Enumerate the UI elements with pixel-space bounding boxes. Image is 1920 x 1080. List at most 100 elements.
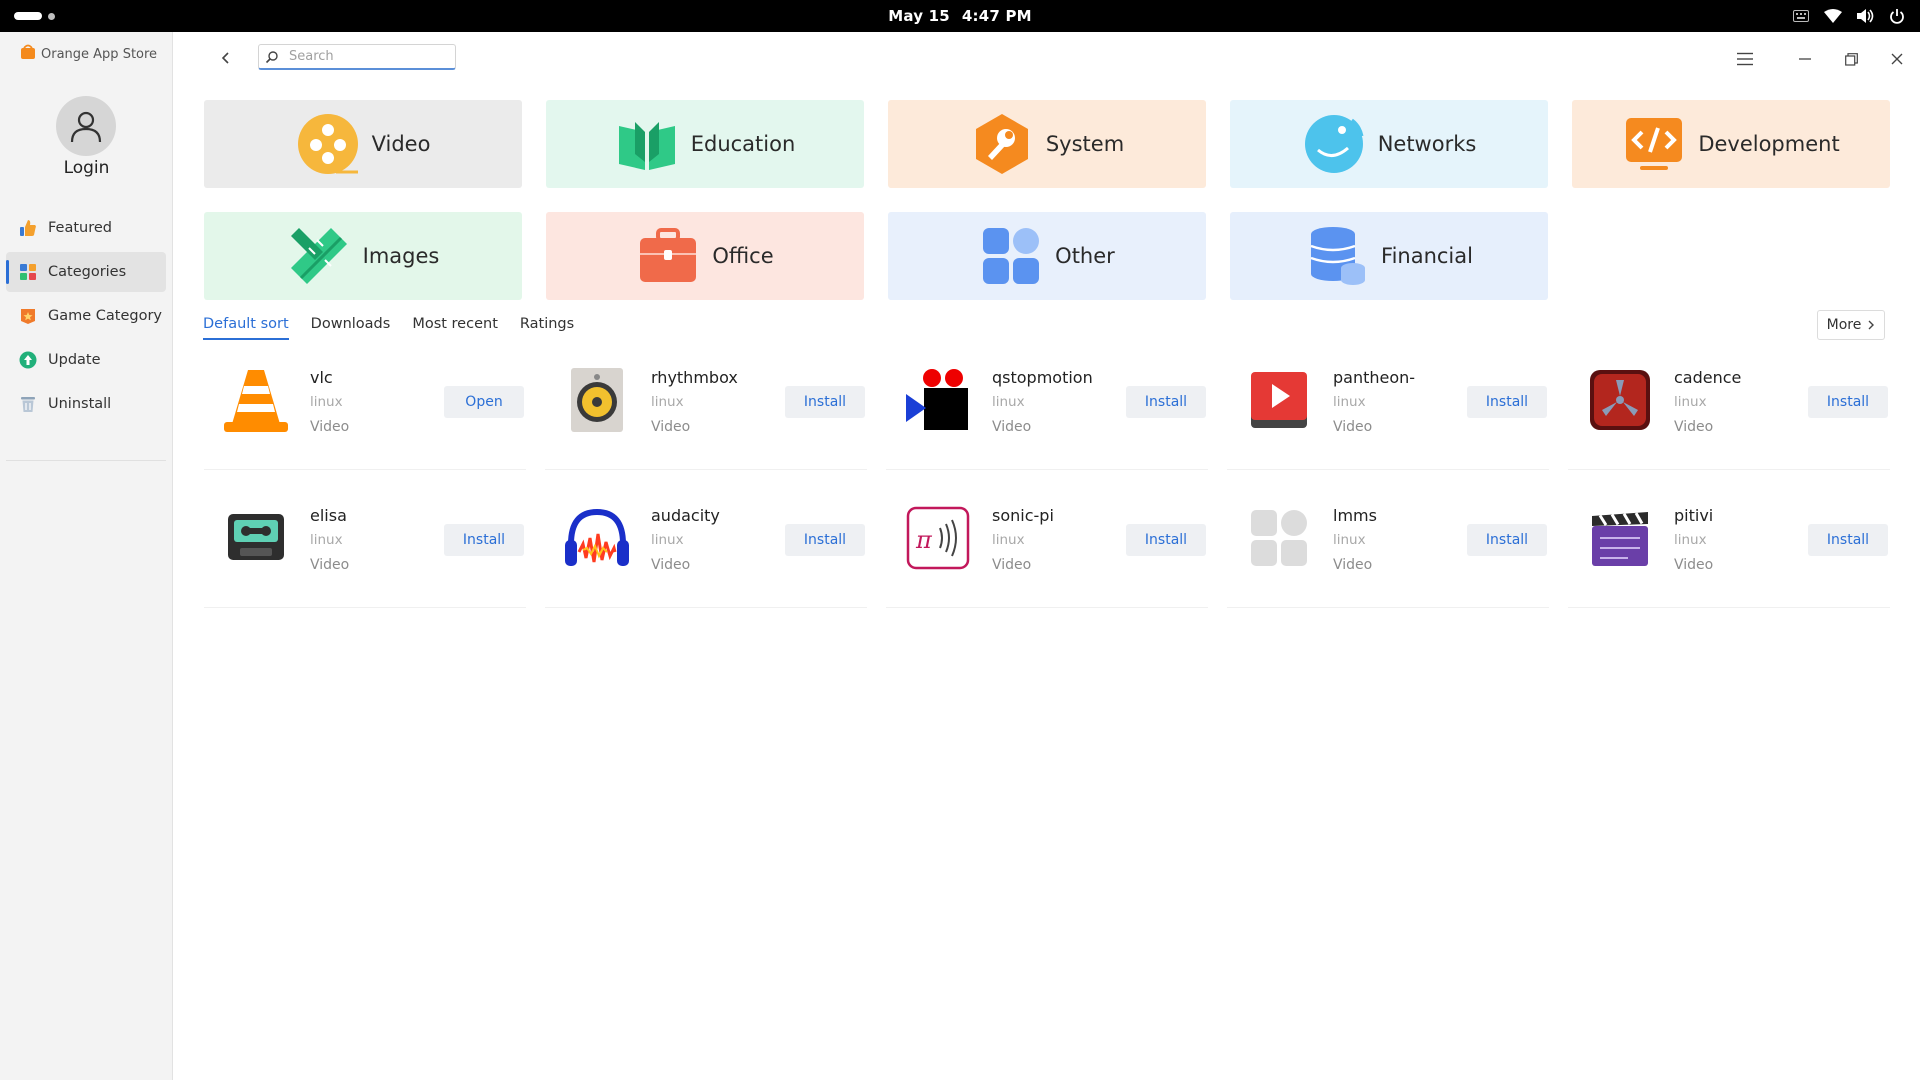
category-label: Financial [1381,244,1473,268]
install-button[interactable]: Install [1126,524,1206,556]
install-button[interactable]: Install [1808,386,1888,418]
category-label: Images [362,244,440,268]
app-card[interactable]: lmms linux Video Install [1227,490,1549,608]
more-label: More [1826,317,1862,333]
close-button[interactable] [1874,44,1920,74]
category-tile-financial[interactable]: Financial [1230,212,1548,300]
open-book-icon [615,112,679,176]
app-card[interactable]: cadence linux Video Install [1568,352,1890,470]
keyboard-icon[interactable] [1792,7,1810,25]
category-tile-education[interactable]: Education [546,100,864,188]
install-button[interactable]: Install [1467,386,1547,418]
sort-tab-default[interactable]: Default sort [203,316,289,340]
sidebar-item-label: Featured [48,220,112,236]
app-name: lmms [1333,506,1377,525]
install-button[interactable]: Install [785,386,865,418]
search-input[interactable] [289,49,439,64]
install-button[interactable]: Install [1126,386,1206,418]
app-name: vlc [310,368,333,387]
app-name: audacity [651,506,720,525]
sidebar-item-update[interactable]: Update [6,340,166,380]
minimize-icon [1799,58,1811,60]
category-label: Development [1698,132,1840,156]
app-platform: linux [1333,394,1366,410]
app-card[interactable]: elisa linux Video Install [204,490,526,608]
category-label: Networks [1377,132,1477,156]
search-box[interactable] [258,44,456,70]
briefcase-icon [636,224,700,288]
code-icon [1622,112,1686,176]
apps-grid-icon [979,224,1043,288]
maximize-button[interactable] [1828,44,1874,74]
open-button[interactable]: Open [444,386,524,418]
sort-tab-most-recent[interactable]: Most recent [412,316,498,340]
category-tile-networks[interactable]: Networks [1230,100,1548,188]
game-star-icon [18,306,38,326]
category-tile-video[interactable]: Video [204,100,522,188]
category-label: Education [690,132,796,156]
system-tray[interactable] [1792,7,1906,25]
app-card[interactable]: π sonic-pi linux Video Install [886,490,1208,608]
clapperboard-icon [1586,504,1654,572]
menu-button[interactable] [1722,44,1768,74]
app-name: pantheon- [1333,368,1416,387]
app-category: Video [651,557,691,573]
app-platform: linux [1674,394,1707,410]
system-top-bar: May 15 4:47 PM [0,0,1920,32]
category-label: Other [1055,244,1115,268]
category-tile-development[interactable]: Development [1572,100,1890,188]
trash-icon [18,394,38,414]
app-card[interactable]: pitivi linux Video Install [1568,490,1890,608]
avatar[interactable] [56,96,116,156]
category-label: System [1045,132,1125,156]
category-tile-images[interactable]: Images [204,212,522,300]
cadence-icon [1586,366,1654,434]
sidebar-item-label: Categories [48,264,127,280]
app-name: qstopmotion [992,368,1093,387]
sidebar-item-label: Game Category [48,308,163,324]
app-name: rhythmbox [651,368,738,387]
install-button[interactable]: Install [1808,524,1888,556]
app-card[interactable]: pantheon- linux Video Install [1227,352,1549,470]
app-card[interactable]: rhythmbox linux Video Install [545,352,867,470]
video-reel-icon [296,112,360,176]
app-category: Video [1674,557,1714,573]
app-brand: Orange App Store [20,44,157,64]
minimize-button[interactable] [1782,44,1828,74]
orange-logo-icon [20,44,36,64]
user-icon [70,111,102,143]
back-button[interactable] [214,46,238,70]
app-card[interactable]: qstopmotion linux Video Install [886,352,1208,470]
vlc-cone-icon [222,366,290,434]
clock[interactable]: May 15 4:47 PM [0,7,1920,25]
category-tile-system[interactable]: System [888,100,1206,188]
wrench-icon [970,112,1034,176]
app-card[interactable]: audacity linux Video Install [545,490,867,608]
sidebar-item-featured[interactable]: Featured [6,208,166,248]
search-icon [265,50,278,63]
app-category: Video [310,419,350,435]
category-label: Video [371,132,431,156]
app-card[interactable]: vlc linux Video Open [204,352,526,470]
app-platform: linux [992,532,1025,548]
install-button[interactable]: Install [785,524,865,556]
sidebar-divider [6,460,166,461]
sort-tab-ratings[interactable]: Ratings [520,316,574,340]
sidebar-item-uninstall[interactable]: Uninstall [6,384,166,424]
chevron-left-icon [221,52,229,64]
category-label: Office [712,244,774,268]
app-category: Video [310,557,350,573]
install-button[interactable]: Install [444,524,524,556]
camera-icon [904,366,972,434]
category-tile-other[interactable]: Other [888,212,1206,300]
more-button[interactable]: More [1817,310,1885,340]
sidebar-item-categories[interactable]: Categories [6,252,166,292]
app-title: Orange App Store [41,46,158,62]
sort-tab-downloads[interactable]: Downloads [311,316,391,340]
category-tile-office[interactable]: Office [546,212,864,300]
login-link[interactable]: Login [0,158,173,178]
install-button[interactable]: Install [1467,524,1547,556]
restore-icon [1844,52,1858,66]
app-platform: linux [310,394,343,410]
sidebar-item-game-category[interactable]: Game Category [6,296,166,336]
